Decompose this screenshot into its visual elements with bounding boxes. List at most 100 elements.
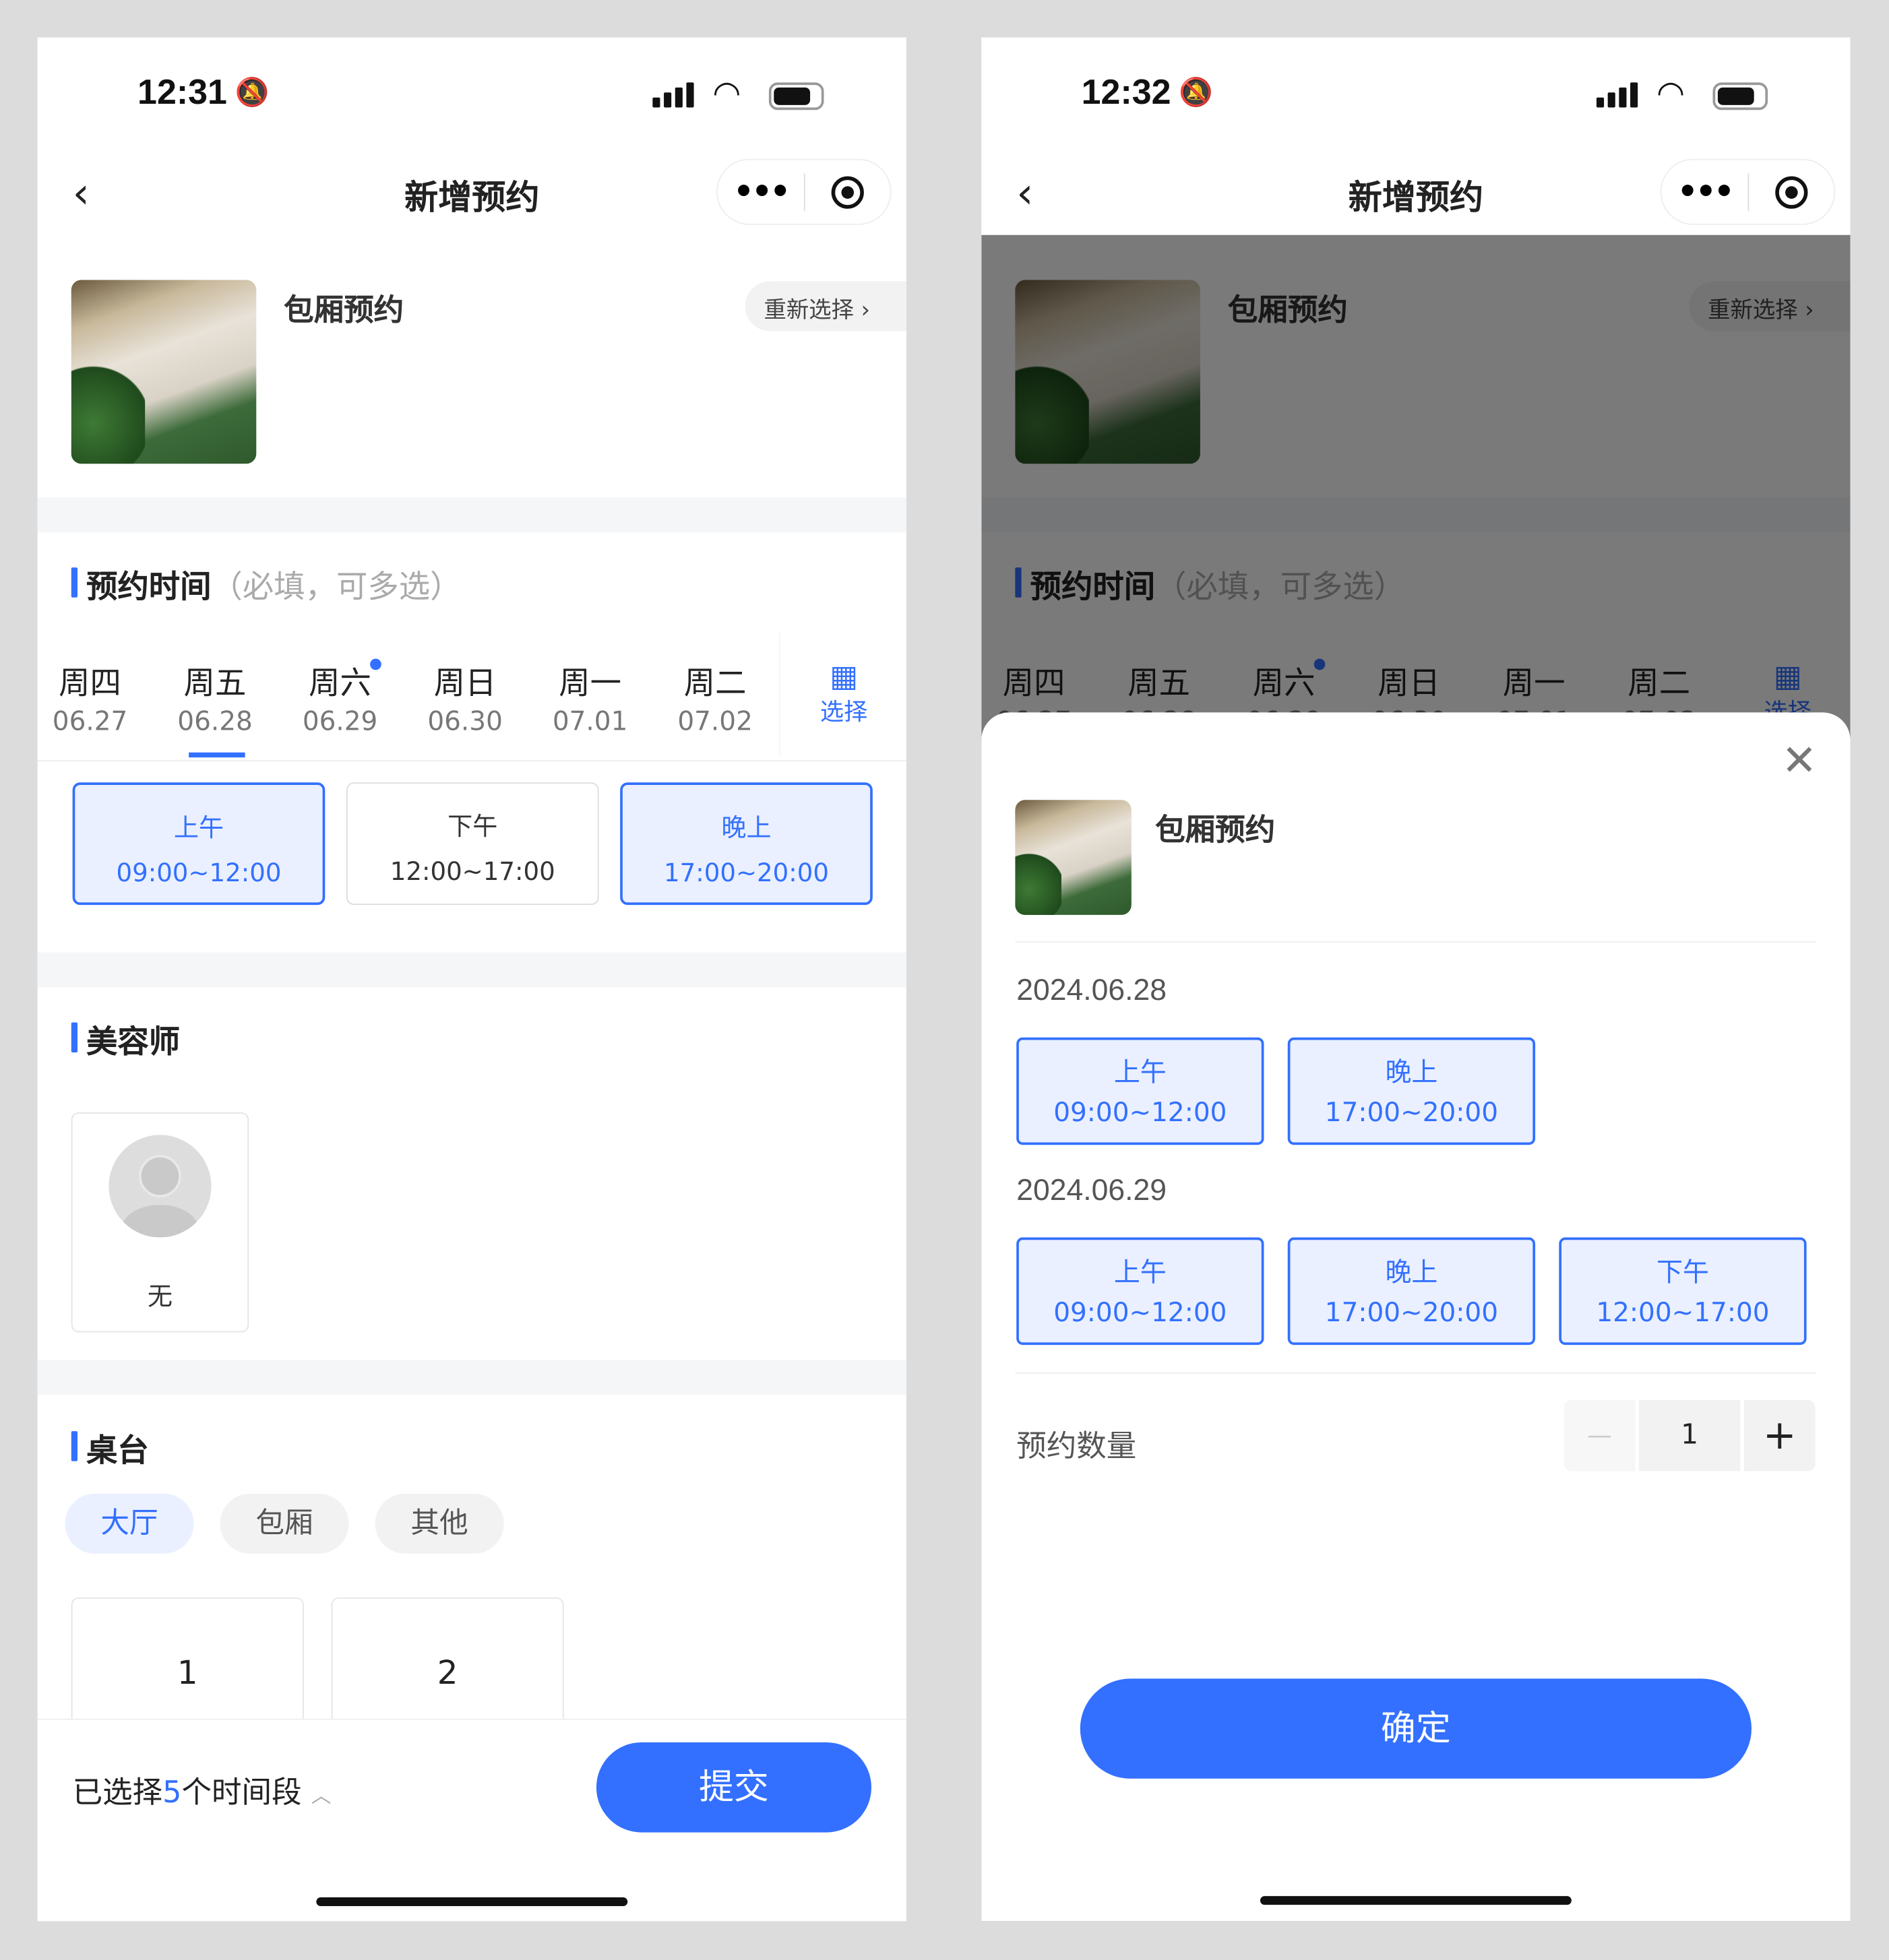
- slot-name: 上午: [1113, 1257, 1167, 1288]
- section-title-beautician: 美容师: [71, 1017, 180, 1063]
- group-date: 2024.06.29: [1016, 1173, 1167, 1208]
- divider: [1015, 1372, 1817, 1374]
- section-title-table: 桌台: [71, 1426, 149, 1472]
- reselect-button[interactable]: 重新选择 ›: [745, 281, 906, 331]
- confirm-button[interactable]: 确定: [1080, 1678, 1752, 1779]
- home-indicator: [1260, 1896, 1572, 1905]
- divider: [37, 952, 906, 988]
- status-time: 12:31: [137, 72, 227, 112]
- slot-time: 09:00~12:00: [1053, 1297, 1227, 1328]
- calendar-label: 选择: [819, 699, 868, 726]
- day-tab[interactable]: 周一 07.01: [528, 659, 653, 736]
- selected-slot[interactable]: 上午 09:00~12:00: [1016, 1037, 1264, 1145]
- submit-button[interactable]: 提交: [596, 1742, 872, 1833]
- close-target-icon[interactable]: [1749, 175, 1834, 208]
- battery-icon: [1712, 82, 1768, 110]
- table-category-chip[interactable]: 包厢: [220, 1493, 349, 1554]
- divider: [37, 497, 906, 533]
- battery-icon: [768, 82, 824, 110]
- has-selection-dot: [370, 658, 381, 670]
- slot-name: 上午: [1113, 1057, 1167, 1087]
- day-week: 周一: [559, 664, 621, 701]
- summary-suffix: 个时间段: [181, 1775, 302, 1810]
- slot-time: 09:00~12:00: [116, 857, 282, 888]
- quantity-input[interactable]: 1: [1639, 1399, 1741, 1472]
- slot-time: 12:00~17:00: [390, 856, 555, 887]
- slot-name: 下午: [447, 811, 498, 842]
- signal-icon: [652, 82, 694, 108]
- table-category-chip[interactable]: 其他: [375, 1493, 504, 1554]
- summary-prefix: 已选择: [72, 1775, 163, 1810]
- day-week: 周四: [59, 664, 121, 701]
- chevron-up-icon: ︿: [311, 1783, 332, 1808]
- reselect-label: 重新选择: [764, 297, 855, 324]
- product-image: [71, 280, 257, 464]
- status-time: 12:32: [1081, 72, 1171, 112]
- day-week: 周五: [183, 664, 247, 701]
- divider: [37, 1360, 906, 1395]
- section-hint: （必填，可多选）: [211, 569, 462, 605]
- bell-muted-icon: 🔕: [1179, 77, 1214, 109]
- selected-summary[interactable]: 已选择5个时间段 ︿: [73, 1767, 332, 1811]
- day-date: 06.27: [52, 706, 128, 736]
- slot-time: 17:00~20:00: [1324, 1297, 1498, 1328]
- selected-slot[interactable]: 上午 09:00~12:00: [1016, 1237, 1264, 1346]
- section-title-booking-time: 预约时间（必填，可多选）: [71, 563, 462, 608]
- bell-muted-icon: 🔕: [235, 77, 270, 109]
- slot-name: 晚上: [1385, 1057, 1438, 1087]
- day-tab[interactable]: 周日 06.30: [402, 659, 528, 736]
- beautician-card[interactable]: 无: [71, 1112, 249, 1333]
- selected-slot[interactable]: 晚上 17:00~20:00: [1287, 1237, 1536, 1346]
- day-week: 周二: [683, 664, 747, 701]
- slot-time: 12:00~17:00: [1596, 1297, 1770, 1328]
- slot-time: 09:00~12:00: [1053, 1097, 1227, 1128]
- section-title: 预约时间: [86, 569, 212, 605]
- day-date: 07.02: [677, 706, 753, 736]
- divider: [1015, 941, 1817, 943]
- table-category-chip[interactable]: 大厅: [65, 1493, 194, 1554]
- wifi-icon: ◠: [712, 75, 741, 113]
- day-tab[interactable]: 周二 07.02: [652, 659, 778, 736]
- mini-program-capsule: •••: [1660, 158, 1836, 225]
- day-tab[interactable]: 周五 06.28: [152, 659, 278, 736]
- quantity-label: 预约数量: [1016, 1428, 1137, 1464]
- plus-button[interactable]: +: [1743, 1399, 1816, 1472]
- more-icon[interactable]: •••: [1661, 173, 1747, 211]
- close-icon[interactable]: ✕: [1782, 740, 1818, 782]
- footer-bar: 已选择5个时间段 ︿ 提交: [37, 1718, 906, 1922]
- day-week: 周日: [433, 664, 497, 701]
- selected-slot[interactable]: 下午 12:00~17:00: [1559, 1237, 1807, 1346]
- calendar-select-button[interactable]: ▦ 选择: [781, 659, 906, 728]
- active-tab-indicator: [189, 752, 245, 758]
- chevron-right-icon: ›: [861, 297, 871, 324]
- summary-count: 5: [162, 1775, 182, 1810]
- home-indicator: [316, 1897, 628, 1907]
- slot-name: 上午: [173, 812, 224, 843]
- minus-button[interactable]: —: [1563, 1399, 1636, 1472]
- time-slot-button[interactable]: 晚上 17:00~20:00: [620, 782, 873, 906]
- day-tab[interactable]: 周六 06.29: [278, 658, 403, 736]
- product-title: 包厢预约: [284, 292, 404, 328]
- slot-time: 17:00~20:00: [1324, 1097, 1498, 1128]
- slot-name: 晚上: [1385, 1257, 1438, 1288]
- day-date: 06.30: [427, 706, 503, 736]
- phone-left: 12:31 🔕 ◠ ‹ 新增预约 ••• 包厢预约 重新选择 › 预约时间（必填…: [37, 37, 906, 1922]
- day-date: 06.29: [302, 706, 378, 736]
- avatar: [109, 1135, 212, 1238]
- time-slot-button[interactable]: 下午 12:00~17:00: [346, 782, 599, 906]
- mini-program-capsule: •••: [716, 158, 892, 225]
- sheet-product-image: [1015, 800, 1132, 915]
- slot-name: 晚上: [721, 812, 772, 843]
- day-date: 07.01: [552, 706, 628, 736]
- wifi-icon: ◠: [1656, 75, 1685, 113]
- calendar-icon: ▦: [830, 658, 859, 694]
- more-icon[interactable]: •••: [718, 173, 804, 211]
- time-slot-sheet: ✕ 包厢预约 2024.06.28 上午 09:00~12:00 晚上 17:0…: [981, 712, 1851, 1922]
- sheet-product-title: 包厢预约: [1155, 812, 1276, 848]
- time-slot-button[interactable]: 上午 09:00~12:00: [72, 782, 326, 906]
- day-week: 周六: [309, 664, 371, 701]
- selected-slot[interactable]: 晚上 17:00~20:00: [1287, 1037, 1536, 1145]
- signal-icon: [1596, 82, 1638, 108]
- day-tab[interactable]: 周四 06.27: [38, 659, 153, 736]
- close-target-icon[interactable]: [805, 175, 890, 208]
